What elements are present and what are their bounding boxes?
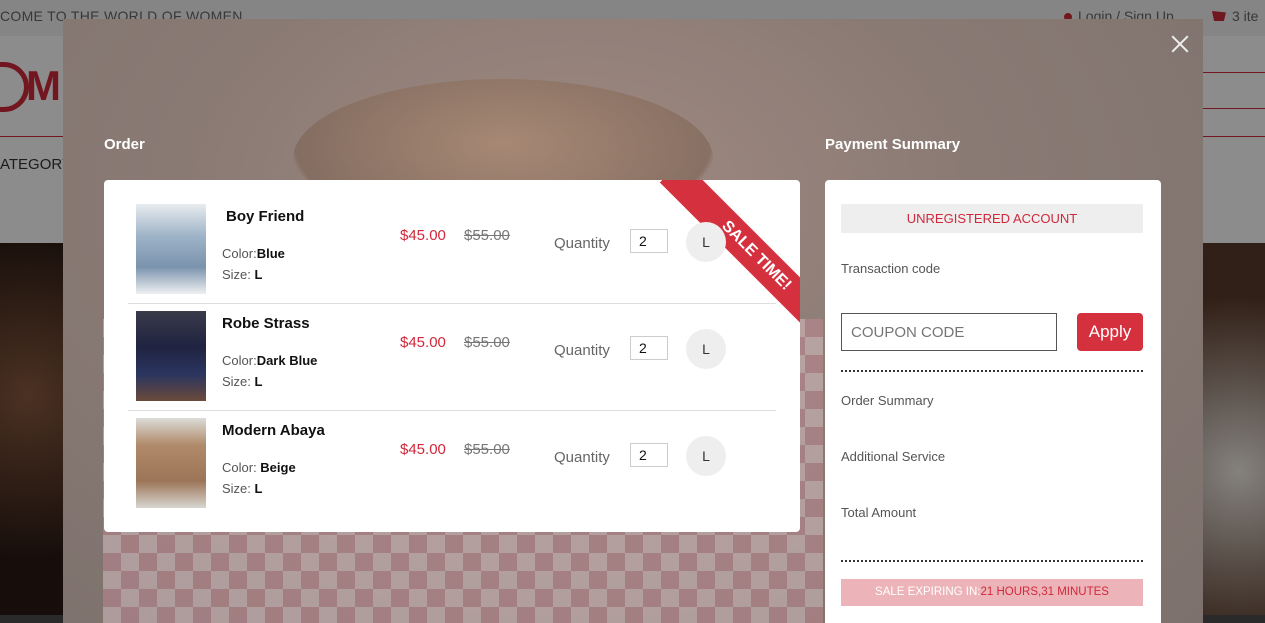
- original-price: $55.00: [464, 441, 510, 458]
- size-value: L: [254, 374, 263, 389]
- size-value: L: [254, 267, 263, 282]
- product-color: Color:Dark Blue: [222, 353, 317, 368]
- size-badge[interactable]: L: [686, 436, 726, 476]
- sale-price: $45.00: [400, 334, 446, 351]
- sale-price: $45.00: [400, 227, 446, 244]
- payment-title: Payment Summary: [825, 136, 961, 153]
- divider: [841, 370, 1143, 372]
- additional-service-label: Additional Service: [841, 449, 946, 464]
- quantity-input[interactable]: [630, 229, 668, 253]
- quantity-label: Quantity: [554, 235, 610, 252]
- order-item: Boy Friend Color:Blue Size: L $45.00 $55…: [128, 196, 776, 304]
- quantity-input[interactable]: [630, 443, 668, 467]
- quantity-label: Quantity: [554, 342, 610, 359]
- size-badge[interactable]: L: [686, 222, 726, 262]
- product-name: Robe Strass: [222, 315, 310, 332]
- account-status: UNREGISTERED ACCOUNT: [841, 204, 1143, 233]
- product-image: [136, 204, 206, 294]
- color-label: Color:: [222, 246, 257, 261]
- size-value: L: [254, 481, 263, 496]
- color-value: Dark Blue: [256, 353, 318, 368]
- payment-panel: UNREGISTERED ACCOUNT Transaction code Ap…: [825, 180, 1161, 623]
- order-item: Modern Abaya Color: Beige Size: L $45.00…: [128, 410, 776, 517]
- expiry-value: 21 HOURS,31 MINUTES: [980, 586, 1109, 598]
- order-modal: Order Payment Summary SALE TIME! Boy Fri…: [63, 19, 1203, 623]
- sale-price: $45.00: [400, 441, 446, 458]
- divider: [841, 560, 1143, 562]
- order-summary-label: Order Summary: [841, 393, 934, 408]
- product-size: Size: L: [222, 374, 262, 389]
- order-item: Robe Strass Color:Dark Blue Size: L $45.…: [128, 303, 776, 411]
- sale-expiry-banner: SALE EXPIRING IN:21 HOURS,31 MINUTES: [841, 579, 1143, 606]
- quantity-label: Quantity: [554, 449, 610, 466]
- product-image: [136, 418, 206, 508]
- color-value: Blue: [256, 246, 285, 261]
- transaction-label: Transaction code: [841, 261, 941, 276]
- color-value: Beige: [260, 460, 296, 475]
- order-panel: SALE TIME! Boy Friend Color:Blue Size: L…: [104, 180, 800, 532]
- size-label: Size:: [222, 481, 255, 496]
- coupon-input[interactable]: [841, 313, 1057, 351]
- product-image: [136, 311, 206, 401]
- product-name: Boy Friend: [226, 208, 305, 225]
- size-badge[interactable]: L: [686, 329, 726, 369]
- product-color: Color:Blue: [222, 246, 285, 261]
- product-name: Modern Abaya: [222, 422, 325, 439]
- size-label: Size:: [222, 374, 255, 389]
- quantity-input[interactable]: [630, 336, 668, 360]
- color-label: Color:: [222, 353, 257, 368]
- product-color: Color: Beige: [222, 460, 296, 475]
- product-size: Size: L: [222, 267, 262, 282]
- original-price: $55.00: [464, 334, 510, 351]
- product-size: Size: L: [222, 481, 262, 496]
- order-title: Order: [104, 136, 145, 153]
- color-label: Color:: [222, 460, 261, 475]
- apply-button[interactable]: Apply: [1077, 313, 1143, 351]
- size-label: Size:: [222, 267, 255, 282]
- total-amount-label: Total Amount: [841, 505, 917, 520]
- expiry-label: SALE EXPIRING IN:: [875, 586, 981, 598]
- close-icon[interactable]: [1169, 33, 1191, 55]
- original-price: $55.00: [464, 227, 510, 244]
